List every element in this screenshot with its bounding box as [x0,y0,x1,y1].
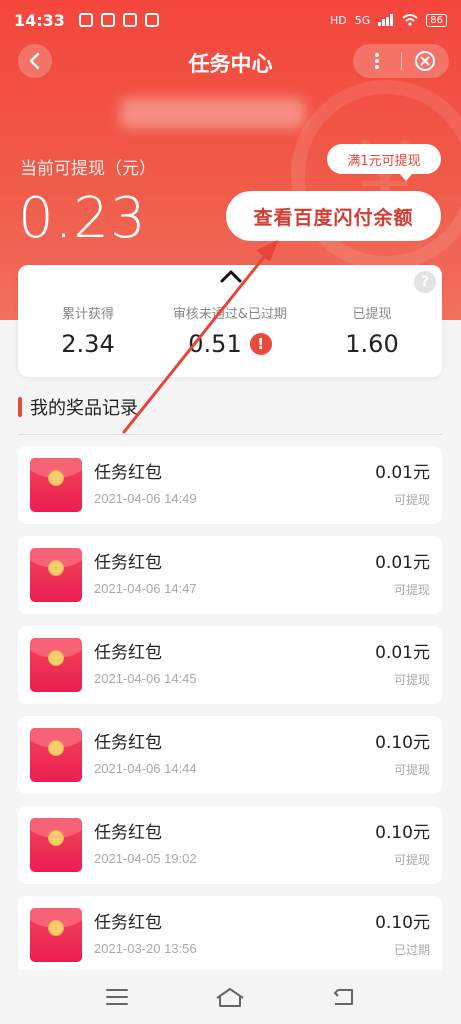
system-nav-bar [0,970,461,1024]
record-item[interactable]: 任务红包 2021-04-06 14:49 0.01元 可提现 [18,446,442,524]
record-status: 可提现 [393,853,430,867]
record-item[interactable]: 任务红包 2021-03-20 13:56 0.10元 已过期 [18,896,442,974]
miniapp-capsule [353,44,449,78]
signal-icon [378,14,394,26]
section-title: 我的奖品记录 [30,398,138,419]
return-icon [334,989,354,1005]
red-envelope-icon [30,908,82,962]
stat-value: 0.51 [188,330,242,358]
close-button[interactable] [401,44,449,78]
record-status: 可提现 [393,673,430,687]
record-title: 任务红包 [94,913,162,933]
view-balance-button[interactable]: 查看百度闪付余额 [226,191,441,241]
more-button[interactable] [353,44,401,78]
record-time: 2021-03-20 13:56 [94,941,197,956]
record-title: 任务红包 [94,553,162,573]
record-title: 任务红包 [94,463,162,483]
wifi-icon [402,14,418,26]
red-envelope-icon [30,638,82,692]
return-button[interactable] [324,977,364,1017]
more-vertical-icon [374,53,379,69]
record-time: 2021-04-05 19:02 [94,851,197,866]
record-time: 2021-04-06 14:45 [94,671,197,686]
app-icon [100,13,115,27]
home-icon [216,988,245,1007]
record-amount: 0.10元 [375,913,430,933]
record-title: 任务红包 [94,643,162,663]
red-envelope-icon [30,458,82,512]
menu-icon [105,989,128,1005]
warning-icon[interactable]: ! [249,333,272,355]
stat-value: 2.34 [61,330,115,358]
red-envelope-icon [30,818,82,872]
blurred-username [120,98,305,128]
help-icon[interactable]: ? [414,271,436,293]
stat-label: 累计获得 [61,307,114,322]
record-status: 已过期 [393,943,430,957]
weibo-icon [122,13,137,27]
heart-app-icon [144,13,159,27]
section-accent-bar [18,397,22,417]
stat-total-earned: 累计获得 2.34 [18,303,158,358]
record-title: 任务红包 [94,823,162,843]
section-divider [18,434,442,435]
record-amount: 0.01元 [375,643,430,663]
stats-card: ? 累计获得 2.34 审核未通过&已过期 0.51! 已提现 1.60 [18,265,442,377]
close-circle-icon [415,51,436,71]
stat-label: 已提现 [352,307,392,322]
stat-value: 1.60 [345,330,399,358]
record-time: 2021-04-06 14:49 [94,491,197,506]
record-item[interactable]: 任务红包 2021-04-06 14:44 0.10元 可提现 [18,716,442,794]
record-item[interactable]: 任务红包 2021-04-05 19:02 0.10元 可提现 [18,806,442,884]
status-bar: 14:33 HD 5G 86 [0,0,461,40]
section-header: 我的奖品记录 [18,394,138,420]
home-button[interactable] [210,977,250,1017]
red-envelope-icon [30,728,82,782]
menu-button[interactable] [97,977,137,1017]
record-item[interactable]: 任务红包 2021-04-06 14:45 0.01元 可提现 [18,626,442,704]
record-status: 可提现 [393,763,430,777]
record-amount: 0.10元 [375,733,430,753]
hd-icon: HD [329,13,347,27]
record-time: 2021-04-06 14:44 [94,761,197,776]
chevron-up-icon[interactable] [218,267,244,285]
status-time: 14:33 [14,10,65,30]
record-status: 可提现 [393,583,430,597]
balance-value: 0.23 [18,186,147,251]
record-amount: 0.01元 [375,463,430,483]
stat-withdrawn: 已提现 1.60 [302,303,442,358]
record-title: 任务红包 [94,733,162,753]
battery-icon: 86 [426,13,447,27]
red-envelope-icon [30,548,82,602]
notification-icon [78,13,93,27]
nav-bar: 任务中心 [0,40,461,84]
withdraw-tip-bubble: 满1元可提现 [327,144,441,181]
record-status: 可提现 [393,493,430,507]
record-amount: 0.10元 [375,823,430,843]
record-time: 2021-04-06 14:47 [94,581,197,596]
record-item[interactable]: 任务红包 2021-04-06 14:47 0.01元 可提现 [18,536,442,614]
network-label: 5G [354,13,371,27]
stat-rejected-expired[interactable]: 审核未通过&已过期 0.51! [158,303,302,358]
balance-label: 当前可提现（元） [20,159,156,179]
stat-label: 审核未通过&已过期 [172,307,288,322]
record-amount: 0.01元 [375,553,430,573]
